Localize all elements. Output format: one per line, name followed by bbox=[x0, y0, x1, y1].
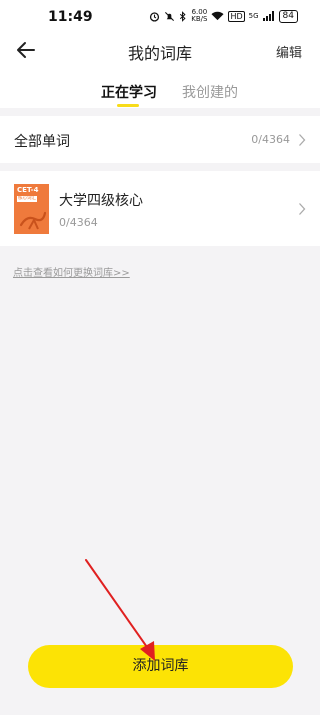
book-name: 大学四级核心 bbox=[59, 193, 143, 209]
status-bar: 11:49 6.00 KB/S HD 5G 84 bbox=[0, 0, 320, 34]
network-speed: 6.00 KB/S bbox=[191, 8, 208, 23]
all-words-row[interactable]: 全部单词 0/4364 bbox=[0, 116, 320, 163]
app-header: 我的词库 编辑 bbox=[0, 34, 320, 68]
book-list-item[interactable]: CET-4 核心词汇 大学四级核心 0/4364 bbox=[0, 171, 320, 246]
signal-label: 5G bbox=[248, 11, 259, 20]
book-progress-count: 0/4364 bbox=[59, 216, 98, 229]
hd-badge: HD bbox=[228, 10, 245, 22]
edit-button[interactable]: 编辑 bbox=[276, 42, 302, 61]
page-title: 我的词库 bbox=[127, 44, 192, 63]
tab-created[interactable]: 我创建的 bbox=[182, 82, 238, 102]
tab-bar: 正在学习 我创建的 bbox=[0, 68, 320, 108]
all-words-label: 全部单词 bbox=[14, 134, 70, 150]
battery-icon: 84 bbox=[278, 9, 298, 23]
book-cover: CET-4 核心词汇 bbox=[14, 184, 49, 234]
chevron-right-icon bbox=[299, 134, 306, 146]
alarm-icon bbox=[150, 11, 160, 22]
add-library-button[interactable]: 添加词库 bbox=[28, 645, 293, 688]
change-library-help-link[interactable]: 点击查看如何更换词库>> bbox=[13, 264, 130, 279]
chevron-right-icon bbox=[299, 203, 306, 215]
mute-bell-icon bbox=[165, 11, 175, 21]
active-tab-indicator bbox=[117, 104, 139, 107]
status-time: 11:49 bbox=[48, 9, 93, 25]
book-cover-title: CET-4 bbox=[17, 186, 39, 194]
tab-learning[interactable]: 正在学习 bbox=[101, 82, 157, 102]
all-words-count: 0/4364 bbox=[251, 133, 290, 146]
book-cover-illustration bbox=[19, 211, 47, 230]
wifi-icon bbox=[211, 11, 225, 21]
book-cover-subtitle: 核心词汇 bbox=[17, 196, 37, 202]
bluetooth-icon bbox=[180, 10, 186, 22]
signal-icon bbox=[262, 11, 274, 21]
status-icons: 6.00 KB/S HD 5G 84 bbox=[149, 9, 298, 23]
